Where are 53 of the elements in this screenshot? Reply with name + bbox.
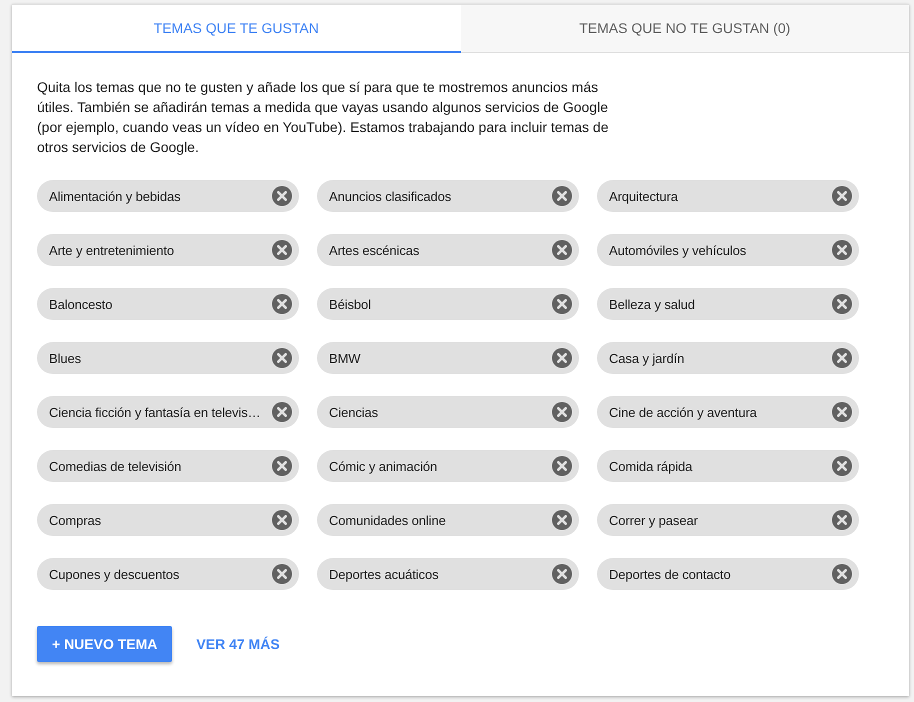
remove-icon[interactable] xyxy=(552,294,572,314)
topic-label: Comida rápida xyxy=(609,458,694,474)
remove-icon[interactable] xyxy=(832,510,852,530)
new-topic-button[interactable]: + NUEVO TEMA xyxy=(37,626,172,662)
remove-icon[interactable] xyxy=(552,402,572,422)
topic-label: Anuncios clasificados xyxy=(329,188,452,204)
remove-icon[interactable] xyxy=(272,348,292,368)
topic-label: Comedias de televisión xyxy=(49,458,182,474)
remove-icon[interactable] xyxy=(832,348,852,368)
topic-label: Casa y jardín xyxy=(609,350,686,366)
tab[interactable]: TEMAS QUE NO TE GUSTAN (0) xyxy=(460,5,909,53)
topic-label: Comunidades online xyxy=(329,512,447,528)
remove-icon[interactable] xyxy=(832,240,852,260)
topic-label: Blues xyxy=(49,350,82,366)
topic-label: Artes escénicas xyxy=(329,242,420,258)
remove-icon[interactable] xyxy=(832,456,852,476)
remove-icon[interactable] xyxy=(272,186,292,206)
topic-label: Compras xyxy=(49,512,102,528)
topic-label: Correr y pasear xyxy=(609,512,699,528)
remove-icon[interactable] xyxy=(552,240,572,260)
topic-label: Deportes acuáticos xyxy=(329,566,440,582)
description-text: Quita los temas que no te gusten y añade los que sí para que te mostremos anuncios más útiles. También se añadirán temas a medida que vayas usando algunos servicios de Google (por ejemplo, cuando veas un vídeo en YouTube). Estamos trabajando para incluir temas de otros servicios de Google. xyxy=(37,78,610,157)
topic-label: Cupones y descuentos xyxy=(49,566,180,582)
remove-icon[interactable] xyxy=(552,510,572,530)
topic-label: Automóviles y vehículos xyxy=(609,242,748,258)
topic-label: Belleza y salud xyxy=(609,296,696,312)
topic-label: Ciencia ficción y fantasía en televis… xyxy=(49,404,262,420)
remove-icon[interactable] xyxy=(272,510,292,530)
topic-label: Béisbol xyxy=(329,296,372,312)
topic-label: Baloncesto xyxy=(49,296,114,312)
remove-icon[interactable] xyxy=(552,456,572,476)
remove-icon[interactable] xyxy=(272,564,292,584)
remove-icon[interactable] xyxy=(272,240,292,260)
topic-label: Arte y entretenimiento xyxy=(49,242,175,258)
remove-icon[interactable] xyxy=(272,294,292,314)
remove-icon[interactable] xyxy=(832,294,852,314)
remove-icon[interactable] xyxy=(832,564,852,584)
remove-icon[interactable] xyxy=(832,186,852,206)
topic-label: Alimentación y bebidas xyxy=(49,188,182,204)
topic-label: BMW xyxy=(329,350,362,366)
remove-icon[interactable] xyxy=(272,456,292,476)
remove-icon[interactable] xyxy=(552,348,572,368)
remove-icon[interactable] xyxy=(552,564,572,584)
topic-label: Deportes de contacto xyxy=(609,566,732,582)
remove-icon[interactable] xyxy=(272,402,292,422)
tab[interactable]: TEMAS QUE TE GUSTAN xyxy=(12,5,460,53)
remove-icon[interactable] xyxy=(832,402,852,422)
topic-label: Ciencias xyxy=(329,404,380,420)
remove-icon[interactable] xyxy=(552,186,572,206)
see-more-link[interactable]: VER 47 MÁS xyxy=(196,636,280,652)
topic-label: Cine de acción y aventura xyxy=(609,404,758,420)
topic-label: Arquitectura xyxy=(609,188,679,204)
topic-label: Cómic y animación xyxy=(329,458,438,474)
